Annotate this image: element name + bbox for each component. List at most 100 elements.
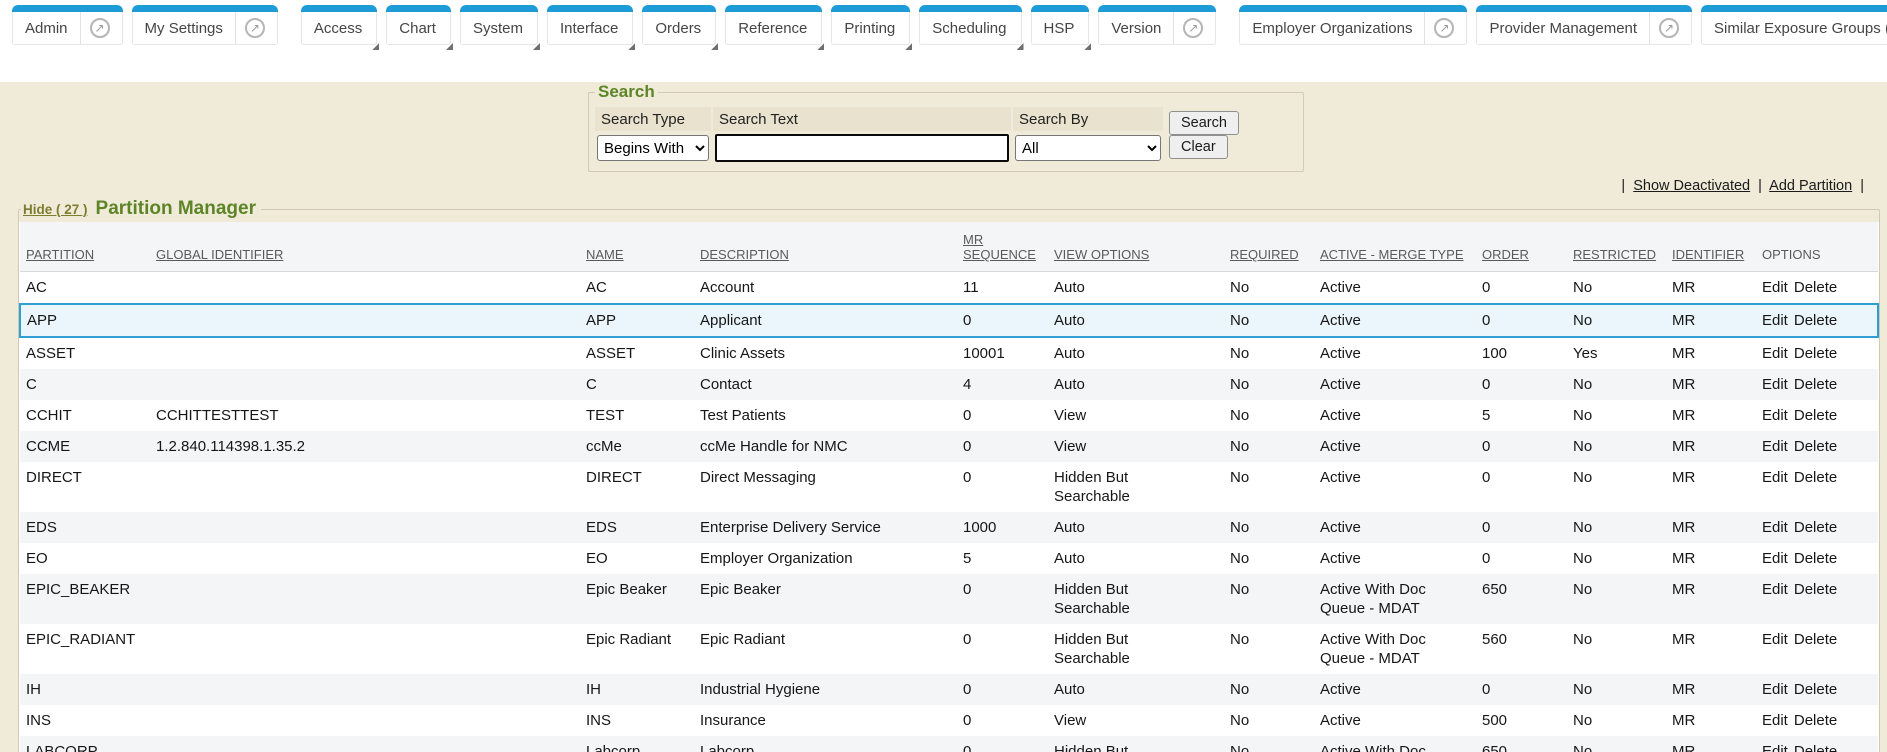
cell-required: No [1230,519,1249,536]
tab-version[interactable]: Version ↗ [1098,12,1216,45]
edit-link[interactable]: Edit [1762,631,1788,648]
search-by-select[interactable]: All [1015,135,1161,161]
edit-link[interactable]: Edit [1762,581,1788,598]
column-header-active-merge-type[interactable]: ACTIVE - MERGE TYPE [1320,247,1464,262]
cell-mr_sequence: 0 [963,438,971,455]
edit-link[interactable]: Edit [1762,407,1788,424]
tab-label: Orders [655,20,703,37]
cell-description: Applicant [700,312,762,329]
column-header-mr-sequence[interactable]: MR SEQUENCE [963,232,1036,262]
cell-partition: ASSET [26,345,75,362]
tab-printing[interactable]: Printing ↗ [831,12,910,45]
column-header-partition[interactable]: PARTITION [26,247,94,262]
column-header-required[interactable]: REQUIRED [1230,247,1299,262]
cell-view_options: Hidden But Searchable [1054,742,1172,752]
search-text-input[interactable] [715,134,1009,162]
tab-hsp[interactable]: HSP ↗ [1031,12,1090,45]
search-type-select[interactable]: Begins With [597,135,709,161]
edit-link[interactable]: Edit [1762,519,1788,536]
table-row-epic-beaker[interactable]: EPIC_BEAKEREpic BeakerEpic Beaker0Hidden… [20,574,1878,624]
edit-link[interactable]: Edit [1762,681,1788,698]
add-partition-link[interactable]: Add Partition [1769,178,1852,194]
delete-link[interactable]: Delete [1794,743,1837,752]
tab-label: My Settings [145,20,225,37]
cell-mr_sequence: 0 [963,407,971,424]
edit-link[interactable]: Edit [1762,438,1788,455]
table-row-eo[interactable]: EOEOEmployer Organization5AutoNoActive0N… [20,543,1878,574]
cell-restricted: No [1573,519,1592,536]
delete-link[interactable]: Delete [1794,469,1837,486]
table-row-ins[interactable]: INSINSInsurance0ViewNoActive500NoMREditD… [20,705,1878,736]
tab-scheduling[interactable]: Scheduling ↗ [919,12,1021,45]
partition-manager-panel: Hide ( 27 ) Partition Manager PARTITIONG… [18,198,1880,752]
cell-partition: LABCORP [26,743,98,752]
clear-button[interactable]: Clear [1169,135,1228,159]
table-row-epic-radiant[interactable]: EPIC_RADIANTEpic RadiantEpic Radiant0Hid… [20,624,1878,674]
tab-interface[interactable]: Interface ↗ [547,12,633,45]
tab-system[interactable]: System ↗ [460,12,538,45]
delete-link[interactable]: Delete [1794,312,1837,329]
delete-link[interactable]: Delete [1794,631,1837,648]
tab-provider-management[interactable]: Provider Management ↗ [1476,12,1692,45]
delete-link[interactable]: Delete [1794,376,1837,393]
cell-partition: EPIC_RADIANT [26,631,135,648]
delete-link[interactable]: Delete [1794,681,1837,698]
edit-link[interactable]: Edit [1762,279,1788,296]
edit-link[interactable]: Edit [1762,312,1788,329]
table-row-c[interactable]: CCContact4AutoNoActive0NoMREditDelete [20,369,1878,400]
tab-admin[interactable]: Admin ↗ [12,12,123,45]
edit-link[interactable]: Edit [1762,345,1788,362]
cell-description: Contact [700,376,752,393]
table-row-asset[interactable]: ASSETASSETClinic Assets10001AutoNoActive… [20,337,1878,369]
edit-link[interactable]: Edit [1762,376,1788,393]
column-header-name[interactable]: NAME [586,247,624,262]
column-header-order[interactable]: ORDER [1482,247,1529,262]
tab-orders[interactable]: Orders ↗ [642,12,716,45]
delete-link[interactable]: Delete [1794,712,1837,729]
cell-view_options: Auto [1054,549,1085,568]
cell-description: Employer Organization [700,550,853,567]
cell-identifier: MR [1672,279,1695,296]
edit-link[interactable]: Edit [1762,550,1788,567]
table-row-direct[interactable]: DIRECTDIRECTDirect Messaging0Hidden But … [20,462,1878,512]
show-deactivated-link[interactable]: Show Deactivated [1633,178,1750,194]
tab-chart[interactable]: Chart ↗ [386,12,451,45]
edit-link[interactable]: Edit [1762,712,1788,729]
delete-link[interactable]: Delete [1794,345,1837,362]
cell-view_options: View [1054,437,1086,456]
delete-link[interactable]: Delete [1794,550,1837,567]
column-header-global-identifier[interactable]: GLOBAL IDENTIFIER [156,247,283,262]
table-row-ccme[interactable]: CCME1.2.840.114398.1.35.2ccMeccMe Handle… [20,431,1878,462]
table-row-labcorp[interactable]: LABCORPLabcorpLabcorp0Hidden But Searcha… [20,736,1878,752]
tab-my-settings[interactable]: My Settings ↗ [132,12,278,45]
delete-link[interactable]: Delete [1794,279,1837,296]
submenu-corner-icon [711,43,718,50]
column-header-description[interactable]: DESCRIPTION [700,247,789,262]
tab-reference[interactable]: Reference ↗ [725,12,822,45]
cell-description: Clinic Assets [700,345,785,362]
cell-restricted: No [1573,279,1592,296]
cell-description: ccMe Handle for NMC [700,438,848,455]
table-row-app[interactable]: APPAPPApplicant0AutoNoActive0NoMREditDel… [20,304,1878,337]
column-header-restricted[interactable]: RESTRICTED [1573,247,1656,262]
delete-link[interactable]: Delete [1794,581,1837,598]
table-row-cchit[interactable]: CCHITCCHITTESTTESTTESTTest Patients0View… [20,400,1878,431]
edit-link[interactable]: Edit [1762,743,1788,752]
cell-description: Enterprise Delivery Service [700,519,881,536]
delete-link[interactable]: Delete [1794,519,1837,536]
hide-count-link[interactable]: Hide ( 27 ) [23,202,88,217]
table-row-eds[interactable]: EDSEDSEnterprise Delivery Service1000Aut… [20,512,1878,543]
column-header-view-options[interactable]: VIEW OPTIONS [1054,247,1149,262]
cell-view_options: Hidden But Searchable [1054,468,1172,506]
table-row-ac[interactable]: ACACAccount11AutoNoActive0NoMREditDelete [20,272,1878,305]
delete-link[interactable]: Delete [1794,407,1837,424]
tab-access[interactable]: Access ↗ [301,12,377,45]
tab-similar-exposure-groups-segs[interactable]: Similar Exposure Groups (SEGs) ↗ [1701,12,1887,45]
table-row-ih[interactable]: IHIHIndustrial Hygiene0AutoNoActive0NoMR… [20,674,1878,705]
search-button[interactable]: Search [1169,111,1239,135]
edit-link[interactable]: Edit [1762,469,1788,486]
tab-employer-organizations[interactable]: Employer Organizations ↗ [1239,12,1467,45]
delete-link[interactable]: Delete [1794,438,1837,455]
submenu-corner-icon [446,43,453,50]
column-header-identifier[interactable]: IDENTIFIER [1672,247,1744,262]
